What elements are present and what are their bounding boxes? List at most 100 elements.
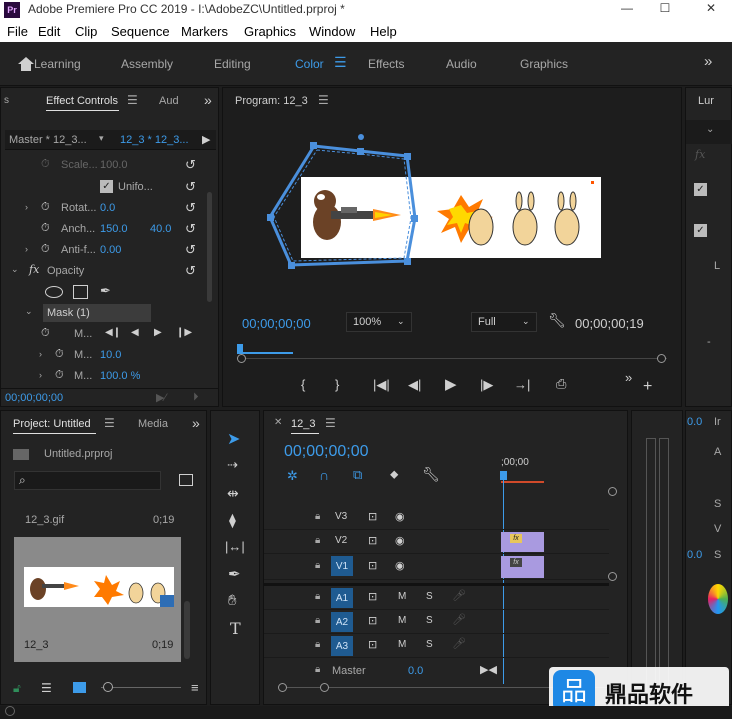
timeline-vertical-scroll[interactable] (608, 572, 617, 581)
scroll-handle-right[interactable] (657, 354, 666, 363)
eye-icon[interactable]: ◉ (395, 559, 405, 572)
button-overflow-icon[interactable]: » (625, 370, 632, 385)
zoom-slider-handle[interactable] (103, 682, 113, 692)
tab-media[interactable]: Media (138, 418, 168, 430)
hscroll-handle-right[interactable] (320, 683, 329, 692)
microphone-icon[interactable]: 🎤︎ (452, 589, 466, 602)
stopwatch-icon[interactable]: ⏱ (55, 348, 64, 361)
close-button[interactable]: ✕ (696, 1, 726, 15)
stopwatch-icon[interactable]: ⏱ (41, 243, 50, 256)
new-bin-icon[interactable] (179, 474, 193, 486)
lumetri-checkbox[interactable]: ✓ (694, 183, 707, 196)
export-frame-icon[interactable]: ▶⁄ (156, 391, 166, 404)
project-item-thumbnail[interactable]: 12_3 0;19 (14, 537, 181, 662)
mute-button[interactable]: M (398, 615, 406, 626)
track-forward-frame-icon[interactable]: ▶ (154, 327, 162, 338)
sync-lock-icon[interactable]: ⊡ (368, 590, 377, 603)
zoom-select[interactable]: 100% ⌄ (346, 312, 412, 332)
sync-lock-icon[interactable]: ⊡ (368, 534, 377, 547)
menu-help[interactable]: Help (370, 24, 397, 39)
workspace-effects[interactable]: Effects (368, 57, 404, 71)
pen-tool-icon[interactable]: ✒ (228, 565, 241, 583)
effect-controls-scrollbar[interactable] (207, 192, 212, 302)
lumetri-checkbox[interactable]: ✓ (694, 224, 707, 237)
add-button-icon[interactable]: + (643, 378, 652, 396)
lock-icon[interactable]: 🔒︎ (315, 615, 320, 626)
stopwatch-icon[interactable]: ⏱ (41, 327, 50, 340)
timeline-clip[interactable]: fx (501, 556, 544, 578)
fx-icon[interactable]: fx (29, 263, 39, 276)
project-menu-icon[interactable]: ☰ (104, 416, 115, 430)
stopwatch-icon[interactable]: ⏱ (41, 158, 50, 171)
linked-selection-icon[interactable]: ⧉ (353, 467, 362, 483)
selection-tool-icon[interactable]: ➤ (227, 429, 247, 449)
lock-icon[interactable]: 🔓︎ (13, 681, 21, 696)
track-label[interactable]: V3 (335, 511, 347, 522)
track-a3-target[interactable]: A3 (331, 636, 353, 656)
rotation-value[interactable]: 0.0 (100, 202, 115, 214)
lock-icon[interactable]: 🔒︎ (315, 511, 320, 522)
home-icon[interactable] (16, 54, 36, 74)
menu-sequence[interactable]: Sequence (111, 24, 170, 39)
track-back-frame-icon[interactable]: ◀ (131, 327, 139, 338)
go-to-in-button[interactable]: |◀| (373, 377, 390, 393)
expand-arrow-icon[interactable]: › (39, 370, 42, 380)
step-forward-button[interactable]: |▶ (480, 377, 493, 393)
collapse-arrow-icon[interactable]: ⌄ (25, 306, 33, 317)
workspace-menu-icon[interactable]: ☰ (334, 54, 347, 71)
workspace-editing[interactable]: Editing (214, 57, 251, 71)
reset-icon[interactable]: ↺ (185, 263, 196, 279)
timeline-toggle-icon[interactable]: ▶ (202, 133, 210, 146)
reset-icon[interactable]: ↺ (185, 200, 196, 216)
antiflicker-value[interactable]: 0.00 (100, 244, 121, 256)
reset-icon[interactable]: ↺ (185, 242, 196, 258)
eye-icon[interactable]: ◉ (395, 534, 405, 547)
menu-window[interactable]: Window (309, 24, 355, 39)
timeline-clip[interactable]: fx (501, 532, 544, 552)
sync-lock-icon[interactable]: ⊡ (368, 559, 377, 572)
sync-lock-icon[interactable]: ⊡ (368, 638, 377, 651)
track-backward-icon[interactable]: ◀❙ (105, 327, 121, 338)
master-clip-label[interactable]: Master * 12_3... (9, 134, 87, 146)
chevron-down-icon[interactable]: ⌄ (706, 124, 714, 135)
timeline-sequence-tab[interactable]: 12_3 (291, 418, 315, 430)
collapse-arrow-icon[interactable]: ⌄ (11, 264, 19, 275)
mask-opacity-value[interactable]: 100.0 % (100, 370, 140, 382)
expand-arrow-icon[interactable]: › (25, 202, 28, 212)
end-marker-icon[interactable]: ▶◀ (480, 663, 497, 676)
anchor-y-value[interactable]: 40.0 (150, 223, 171, 235)
lock-icon[interactable]: 🔒︎ (315, 560, 320, 571)
workspace-audio[interactable]: Audio (446, 57, 477, 71)
workspace-color[interactable]: Color (295, 57, 324, 71)
playhead-marker[interactable] (500, 471, 507, 480)
rectangle-mask-icon[interactable] (73, 285, 88, 299)
track-a1-target[interactable]: A1 (331, 588, 353, 608)
maximize-button[interactable]: ☐ (650, 1, 680, 15)
razor-tool-icon[interactable]: ⧫ (229, 512, 236, 529)
menu-markers[interactable]: Markers (181, 24, 228, 39)
track-a2-target[interactable]: A2 (331, 612, 353, 632)
sequence-clip-label[interactable]: 12_3 * 12_3... (120, 134, 189, 146)
type-tool-icon[interactable]: T (230, 619, 241, 638)
pen-mask-icon[interactable]: ✒ (100, 283, 111, 299)
scroll-handle-left[interactable] (237, 354, 246, 363)
wrench-icon[interactable]: 🔧︎ (548, 312, 566, 329)
checkbox-checked[interactable]: ✓ (100, 180, 113, 193)
snap-icon[interactable]: ∩ (319, 467, 329, 483)
microphone-icon[interactable]: 🎤︎ (452, 637, 466, 650)
project-scrollbar[interactable] (184, 601, 190, 659)
solo-button[interactable]: S (426, 615, 433, 626)
effect-controls-timecode[interactable]: 00;00;00;00 (5, 392, 63, 404)
minimize-button[interactable]: — (612, 1, 642, 15)
lock-icon[interactable]: 🔒︎ (315, 535, 320, 546)
ruler-scroll-handle[interactable] (608, 487, 617, 496)
insert-nest-icon[interactable]: ✲ (287, 468, 298, 484)
sort-icon[interactable]: ≡ (191, 680, 199, 695)
icon-view-icon[interactable] (73, 682, 86, 693)
program-current-timecode[interactable]: 00;00;00;00 (242, 316, 311, 331)
lumetri-value[interactable]: 0.0 (687, 549, 702, 561)
lock-icon[interactable]: 🔒︎ (315, 639, 320, 650)
workspace-overflow-icon[interactable]: » (704, 53, 712, 70)
lumetri-value[interactable]: 0.0 (687, 416, 702, 428)
hscroll-handle-left[interactable] (278, 683, 287, 692)
